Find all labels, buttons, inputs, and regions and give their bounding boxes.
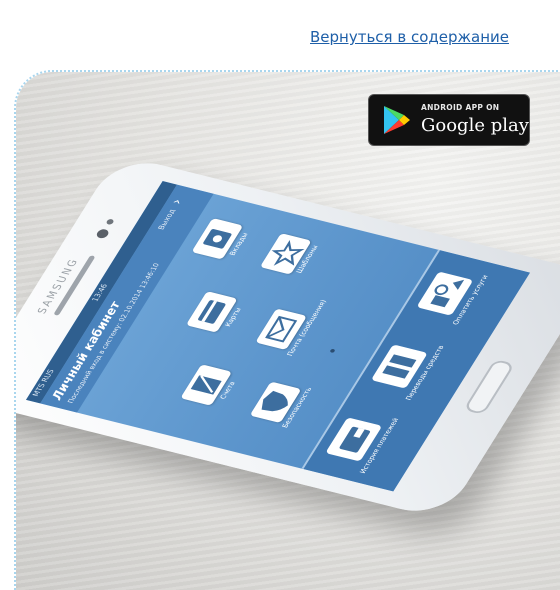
- front-camera-icon: [94, 228, 111, 240]
- tile-mail[interactable]: Почта (сообщения): [253, 299, 328, 357]
- photo-frame: SAMSUNG MTS RUS 13:46 Личный кабинет Пос…: [14, 70, 560, 590]
- logout-arrow-icon[interactable]: ›: [168, 198, 186, 206]
- badge-small-text: ANDROID APP ON: [421, 103, 500, 112]
- google-play-badge[interactable]: ANDROID APP ON Google play: [368, 94, 530, 146]
- tile-templates[interactable]: Шаблоны: [257, 229, 324, 282]
- smartphone: SAMSUNG MTS RUS 13:46 Личный кабинет Пос…: [16, 154, 560, 520]
- badge-big-text: Google play: [421, 115, 529, 136]
- home-button: [463, 358, 516, 415]
- logout-button[interactable]: Выход: [157, 209, 178, 231]
- back-to-contents-link[interactable]: Вернуться в содержание: [310, 28, 509, 46]
- phone-illustration: SAMSUNG MTS RUS 13:46 Личный кабинет Пос…: [16, 72, 560, 590]
- google-play-icon: [384, 106, 410, 134]
- tile-cards[interactable]: Карты: [183, 287, 250, 340]
- nav-pay-services[interactable]: Оплатить услуги: [407, 256, 524, 341]
- tile-deposits[interactable]: Вклады: [189, 214, 256, 267]
- page-indicator-dot: [329, 348, 336, 354]
- nav-payment-history[interactable]: История платежей: [316, 402, 433, 487]
- product-photo: SAMSUNG MTS RUS 13:46 Личный кабинет Пос…: [16, 72, 560, 590]
- tile-accounts[interactable]: Счета: [178, 360, 245, 413]
- phone-screen: MTS RUS 13:46 Личный кабинет Последний в…: [25, 181, 530, 492]
- sensor-icon: [105, 218, 115, 226]
- tile-security[interactable]: Безопасность: [247, 377, 314, 430]
- nav-transfers[interactable]: Переводы средств: [361, 329, 478, 414]
